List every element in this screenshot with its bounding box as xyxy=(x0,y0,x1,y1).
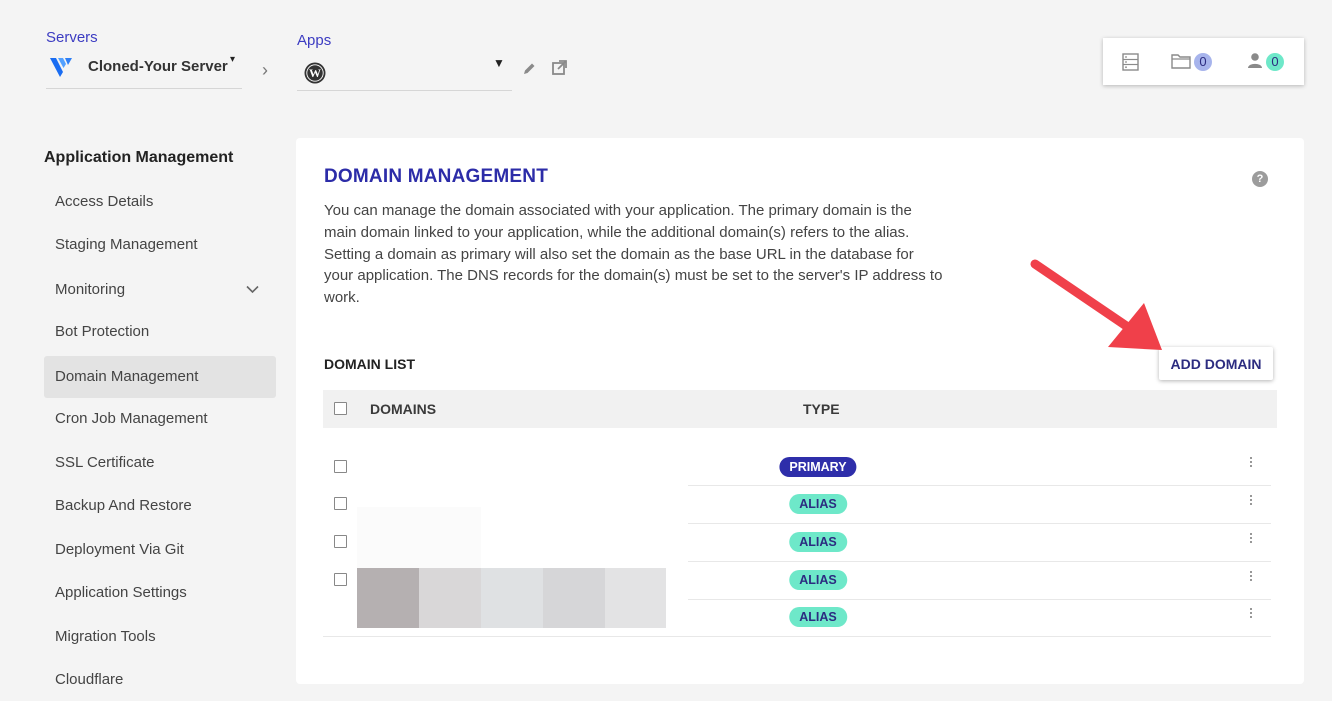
sidebar-item-label: Monitoring xyxy=(55,281,126,298)
user-icon[interactable] xyxy=(1247,52,1263,69)
caret-down-icon: ▼ xyxy=(493,56,505,70)
sidebar-item-backup-and-restore[interactable]: Backup And Restore xyxy=(44,485,276,527)
row-checkbox[interactable] xyxy=(334,535,347,548)
table-row[interactable]: ALIAS xyxy=(323,599,1271,637)
caret-down-icon: ▾ xyxy=(230,54,236,65)
domain-list-title: DOMAIN LIST xyxy=(324,356,415,372)
page-description: You can manage the domain associated wit… xyxy=(324,202,943,307)
server-list-icon[interactable] xyxy=(1122,53,1139,71)
type-badge-primary: PRIMARY xyxy=(779,457,857,477)
type-badge-alias: ALIAS xyxy=(789,494,847,514)
table-header: DOMAINS TYPE xyxy=(323,390,1277,428)
wordpress-icon: W xyxy=(304,62,326,84)
type-badge-alias: ALIAS xyxy=(789,570,847,590)
sidebar-item-domain-management[interactable]: Domain Management xyxy=(44,356,276,398)
server-name: Cloned-Your Server xyxy=(88,58,228,75)
svg-text:W: W xyxy=(309,66,321,80)
type-badge-alias: ALIAS xyxy=(789,607,847,627)
sidebar-item-deployment-via-git[interactable]: Deployment Via Git xyxy=(44,529,276,571)
page-title: DOMAIN MANAGEMENT xyxy=(324,166,548,187)
kebab-menu-icon[interactable] xyxy=(1249,495,1253,507)
sidebar-item-monitoring[interactable]: Monitoring xyxy=(44,269,276,311)
help-icon[interactable]: ? xyxy=(1252,171,1268,187)
user-count-badge: 0 xyxy=(1266,53,1284,71)
sidebar-item-application-settings[interactable]: Application Settings xyxy=(44,572,276,614)
select-all-checkbox[interactable] xyxy=(334,402,347,415)
chevron-down-icon[interactable] xyxy=(246,285,259,294)
annotation-arrow-icon xyxy=(1030,259,1162,350)
sidebar-item-bot-protection[interactable]: Bot Protection xyxy=(44,311,276,353)
sidebar-item-access-details[interactable]: Access Details xyxy=(44,181,276,223)
row-checkbox[interactable] xyxy=(334,460,347,473)
vultr-logo-icon xyxy=(50,58,72,77)
app-select[interactable]: W ▼ xyxy=(297,56,512,91)
sidebar-item-staging-management[interactable]: Staging Management xyxy=(44,224,276,266)
top-toolbar: 0 0 xyxy=(1103,38,1304,85)
table-row[interactable]: ALIAS xyxy=(323,562,1271,600)
kebab-menu-icon[interactable] xyxy=(1249,533,1253,545)
table-row[interactable]: PRIMARY xyxy=(323,448,1271,486)
table-row[interactable]: ALIAS xyxy=(323,486,1271,524)
kebab-menu-icon[interactable] xyxy=(1249,608,1253,620)
folder-icon[interactable] xyxy=(1171,53,1191,69)
external-link-icon[interactable] xyxy=(551,59,568,76)
row-checkbox[interactable] xyxy=(334,497,347,510)
apps-label: Apps xyxy=(297,32,332,49)
folder-count-badge: 0 xyxy=(1194,53,1212,71)
column-type: TYPE xyxy=(803,401,840,417)
table-row[interactable]: ALIAS xyxy=(323,524,1271,562)
sidebar-item-ssl-certificate[interactable]: SSL Certificate xyxy=(44,442,276,484)
domain-management-card: DOMAIN MANAGEMENT ? You can manage the d… xyxy=(296,138,1304,684)
kebab-menu-icon[interactable] xyxy=(1249,571,1253,583)
sidebar-title: Application Management xyxy=(44,149,234,166)
servers-label: Servers xyxy=(46,29,98,46)
sidebar-item-migration-tools[interactable]: Migration Tools xyxy=(44,616,276,658)
row-divider xyxy=(323,636,1271,637)
sidebar-item-cloudflare[interactable]: Cloudflare xyxy=(44,659,276,701)
column-domains: DOMAINS xyxy=(370,401,437,417)
row-checkbox[interactable] xyxy=(334,573,347,586)
type-badge-alias: ALIAS xyxy=(789,532,847,552)
chevron-right-icon: › xyxy=(262,60,268,80)
sidebar-item-cron-job-management[interactable]: Cron Job Management xyxy=(44,398,276,440)
server-select[interactable]: Cloned-Your Server ▾ xyxy=(46,52,242,89)
kebab-menu-icon[interactable] xyxy=(1249,457,1253,469)
pencil-icon[interactable] xyxy=(522,61,537,76)
